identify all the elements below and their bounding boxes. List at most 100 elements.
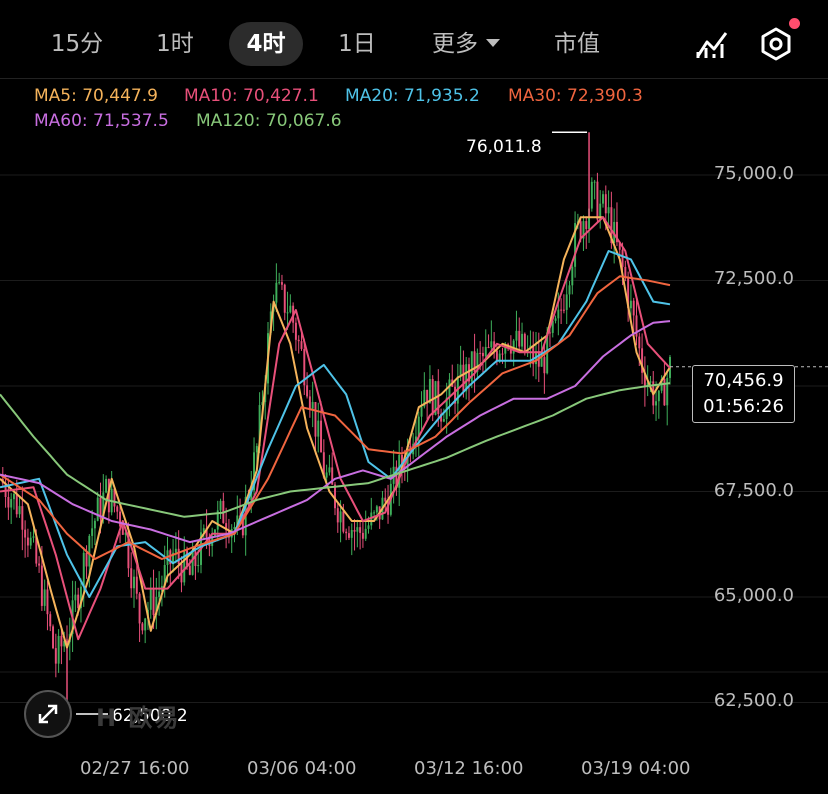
candle-body [585,221,588,230]
candle-body [548,332,551,334]
candle-body [540,357,543,367]
candle-body [359,527,362,533]
settings-button[interactable] [756,24,796,64]
candle-body [518,330,521,347]
candle-body [562,309,565,311]
candle-body [342,511,345,532]
current-price-box[interactable]: 70,456.9 01:56:26 [692,365,795,423]
candle-body [85,552,88,567]
timeframe-tabs: 15分 1时 4时 1日 更多 市值 [0,0,828,80]
indicator-button[interactable] [692,24,732,64]
fullscreen-button[interactable] [24,690,72,738]
y-tick-label: 72,500.0 [713,268,794,289]
candle-body [501,353,504,355]
candle-body [26,537,29,546]
candle-body [289,305,292,313]
notification-dot [789,18,800,29]
candle-body [297,339,300,342]
watermark-mark: H [96,704,129,732]
candle-body [560,309,563,311]
expand-icon [38,704,58,724]
candle-body [133,576,135,589]
candle-body [219,500,222,511]
candle-body [590,181,593,209]
candle-body [543,357,546,374]
x-tick-label: 03/06 04:00 [247,758,357,779]
candle-body [24,529,27,538]
candle-body [554,318,557,321]
candle-body [557,309,560,319]
candle-body [15,493,18,515]
tab-1h[interactable]: 1时 [140,22,210,66]
x-tick-label: 03/12 16:00 [414,758,524,779]
candle-body [596,181,599,220]
tab-more[interactable]: 更多 [420,22,512,66]
candle-body [347,533,350,538]
tab-15m[interactable]: 15分 [40,22,114,66]
tab-more-label: 更多 [432,31,478,57]
candle-body [484,346,487,357]
candle-body [314,402,317,437]
candle-body [60,635,63,647]
y-tick-label: 75,000.0 [713,163,794,184]
candle-body [481,352,484,357]
candle-body [521,333,524,347]
chart-indicator-icon [696,32,728,58]
chevron-down-icon [486,38,500,47]
candle-body [91,528,94,536]
candle-body [233,526,236,530]
candle-body [21,506,24,530]
candle-body [105,478,108,493]
tab-market-cap[interactable]: 市值 [540,22,614,66]
candle-body [188,565,191,575]
candle-body [649,381,652,383]
candle-body [593,181,596,183]
candle-body [306,385,309,397]
candle-body [93,520,96,529]
candle-body [52,626,55,649]
candle-body [336,508,339,523]
candle-countdown: 01:56:26 [703,396,784,417]
candle-body [54,648,57,664]
y-tick-label: 65,000.0 [713,585,794,606]
candle-body [141,623,144,631]
tab-4h[interactable]: 4时 [229,22,303,66]
candle-body [579,221,582,239]
candle-body [317,420,320,437]
x-tick-label: 02/27 16:00 [80,758,190,779]
candle-body [18,506,21,515]
candle-body [286,312,289,314]
candle-body [490,341,493,348]
candle-body [373,512,376,514]
candle-body [571,266,574,286]
candle-body [152,588,155,615]
x-tick-label: 03/19 04:00 [581,758,691,779]
candle-body [311,402,314,409]
candle-body [96,497,99,521]
candle-body [308,396,311,409]
candle-body [278,282,281,284]
candle-body [442,419,445,422]
candle-body [135,576,138,594]
candle-body [74,594,77,601]
candle-body [655,401,658,406]
candle-body [7,497,10,508]
candle-body [356,527,359,532]
tab-1d[interactable]: 1日 [322,22,392,66]
candle-body [328,467,331,473]
candle-body [255,446,258,453]
candle-body [177,548,180,564]
candle-body [46,589,49,615]
candle-body [149,588,152,610]
candle-body [604,194,607,214]
y-tick-label: 62,500.0 [713,690,794,711]
candle-body [40,565,43,606]
candle-body [568,285,571,295]
candle-body [420,406,423,417]
candle-body [479,352,482,354]
candle-body [275,282,278,303]
candle-body [638,336,641,349]
candle-body [345,531,348,534]
candle-body [121,526,124,535]
candle-body [130,568,133,589]
